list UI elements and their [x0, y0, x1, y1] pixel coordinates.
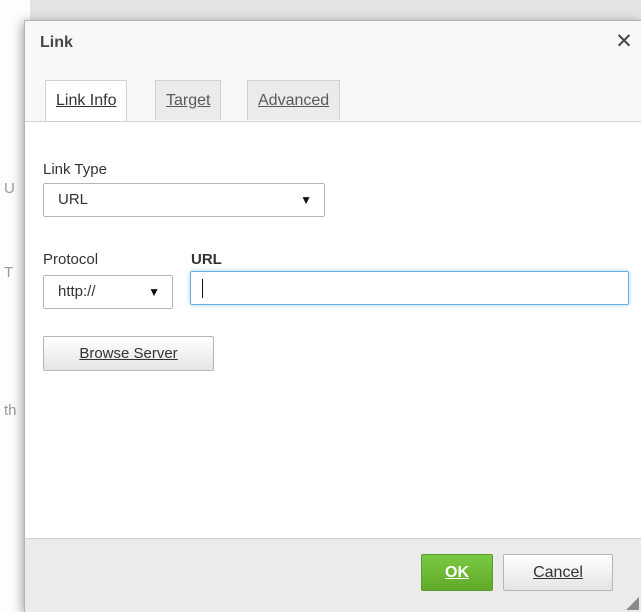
- tab-bar: Link Info Target Advanced: [25, 69, 641, 122]
- protocol-label: Protocol: [43, 251, 99, 268]
- url-input[interactable]: [190, 271, 629, 305]
- triangle-down-icon: ▼: [300, 193, 312, 207]
- dialog-title: Link: [40, 34, 73, 51]
- editor-background-glyph: T: [4, 264, 14, 281]
- dialog-titlebar[interactable]: Link ✕: [25, 21, 641, 70]
- url-label: URL: [191, 251, 222, 268]
- link-type-select[interactable]: URL ▼: [43, 183, 325, 217]
- link-dialog: Link ✕ Link Info Target Advanced Link Ty…: [24, 20, 641, 612]
- protocol-select[interactable]: http:// ▼: [43, 275, 173, 309]
- link-type-label: Link Type: [43, 161, 107, 178]
- tab-target[interactable]: Target: [155, 80, 222, 120]
- tab-advanced[interactable]: Advanced: [247, 80, 341, 120]
- editor-background-glyph: U: [4, 180, 15, 197]
- browse-server-button[interactable]: Browse Server: [43, 336, 214, 371]
- protocol-value: http://: [58, 283, 96, 300]
- text-caret: [202, 279, 203, 298]
- dialog-footer: OK Cancel: [25, 538, 641, 612]
- triangle-down-icon: ▼: [148, 285, 160, 299]
- tab-link-info[interactable]: Link Info: [45, 80, 128, 121]
- resize-handle-icon[interactable]: [626, 597, 639, 610]
- editor-background-glyph: th: [4, 402, 17, 419]
- ok-button[interactable]: OK: [421, 554, 493, 591]
- close-icon[interactable]: ✕: [613, 31, 635, 53]
- link-type-value: URL: [58, 191, 89, 208]
- cancel-button[interactable]: Cancel: [503, 554, 613, 591]
